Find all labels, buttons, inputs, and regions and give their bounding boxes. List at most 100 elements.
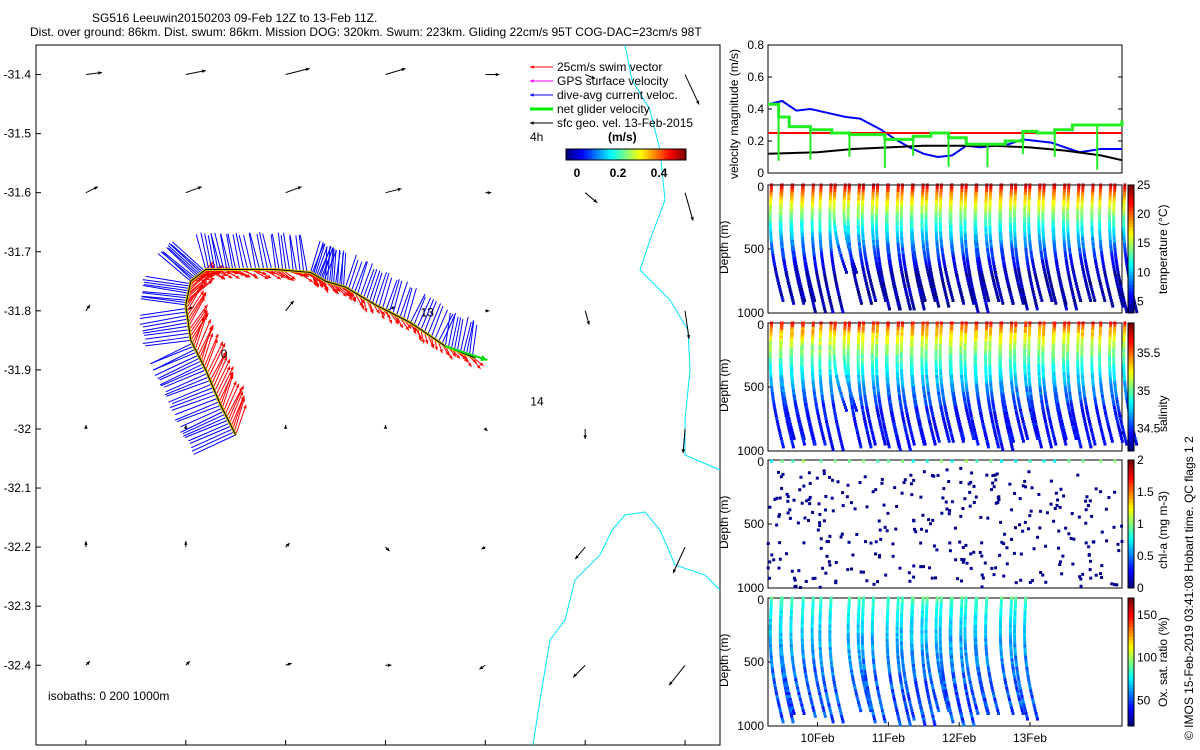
profile-point (790, 360, 794, 364)
profile-point (943, 403, 947, 407)
profile-point (900, 203, 904, 207)
profile-point (959, 197, 963, 201)
profile-point (811, 239, 815, 243)
profile-point (1121, 296, 1125, 300)
profile-point (1067, 276, 1071, 280)
profile-point (868, 420, 872, 424)
profile-point (964, 186, 968, 190)
profile-point (1056, 267, 1060, 271)
profile-point (862, 417, 866, 421)
profile-point (860, 217, 864, 221)
profile-point (812, 248, 816, 252)
profile-point (1116, 267, 1120, 271)
profile-point (886, 237, 890, 241)
profile-point (899, 346, 903, 350)
profile-point (1062, 222, 1066, 226)
map-ytick-label: -32.3 (4, 599, 32, 613)
profile-point (840, 442, 844, 446)
profile-point (1017, 403, 1021, 407)
profile-point (1041, 408, 1045, 412)
profile-point (974, 335, 978, 339)
profile-point (949, 355, 953, 359)
profile-point (1122, 200, 1126, 204)
profile-point (810, 231, 814, 235)
profile-point (839, 439, 843, 443)
profile-point (1066, 217, 1070, 221)
profile-point (921, 324, 925, 328)
profile-point (1109, 183, 1113, 187)
profile-point (1063, 183, 1067, 187)
profile-point (917, 284, 921, 288)
profile-point (935, 380, 939, 384)
profile-point (922, 386, 926, 390)
profile-point (1023, 341, 1027, 345)
profile-point (779, 203, 783, 207)
profile-point (770, 248, 774, 252)
profile-point (811, 321, 815, 325)
colorbar-tick-label: 15 (1137, 236, 1151, 250)
profile-point (963, 220, 967, 224)
profile-point (769, 194, 773, 198)
profile-point (801, 194, 805, 198)
profile-point (779, 222, 783, 226)
profile-point (846, 341, 850, 345)
profile-point (1009, 329, 1013, 333)
profile-point (1028, 186, 1032, 190)
profile-point (1030, 253, 1034, 257)
profile-point (811, 434, 815, 438)
profile-point (951, 436, 955, 440)
profile-point (861, 329, 865, 333)
profile-point (1108, 220, 1112, 224)
profile-point (833, 222, 837, 226)
profile-point (842, 217, 846, 221)
colorbar-swatch (1128, 258, 1134, 263)
profile-point (839, 301, 843, 305)
profile-point (886, 335, 890, 339)
profile-point (1096, 270, 1100, 274)
profile-point (935, 324, 939, 328)
profile-point (885, 206, 889, 210)
profile-point (1071, 293, 1075, 297)
profile-point (818, 206, 822, 210)
profile-point (877, 253, 881, 257)
profile-point (966, 279, 970, 283)
profile-point (1113, 245, 1117, 249)
profile-point (959, 363, 963, 367)
profile-point (1119, 284, 1123, 288)
profile-point (903, 287, 907, 291)
profile-point (1067, 245, 1071, 249)
profile-point (959, 338, 963, 342)
colorbar-swatch (590, 149, 593, 160)
profile-point (979, 414, 983, 418)
profile-point (769, 329, 773, 333)
profile-point (1077, 183, 1081, 187)
profile-point (769, 197, 773, 201)
profile-point (1107, 287, 1111, 291)
profile-point (999, 186, 1003, 190)
profile-point (801, 239, 805, 243)
profile-point (787, 428, 791, 432)
profile-point (959, 203, 963, 207)
profile-point (825, 420, 829, 424)
profile-point (1019, 282, 1023, 286)
profile-point (1108, 239, 1112, 243)
profile-point (850, 405, 854, 409)
profile-point (998, 211, 1002, 215)
profile-point (1041, 360, 1045, 364)
profile-point (924, 208, 928, 212)
profile-point (861, 408, 865, 412)
profile-point (920, 363, 924, 367)
profile-point (1042, 189, 1046, 193)
profile-point (982, 293, 986, 297)
profile-point (887, 251, 891, 255)
profile-point (828, 234, 832, 238)
colorbar-swatch (658, 149, 661, 160)
profile-point (988, 203, 992, 207)
profile-point (892, 422, 896, 426)
profile-point (911, 183, 915, 187)
profile-point (1011, 436, 1015, 440)
profile-point (925, 408, 929, 412)
profile-point (863, 420, 867, 424)
profile-point (997, 431, 1001, 435)
profile-point (919, 296, 923, 300)
